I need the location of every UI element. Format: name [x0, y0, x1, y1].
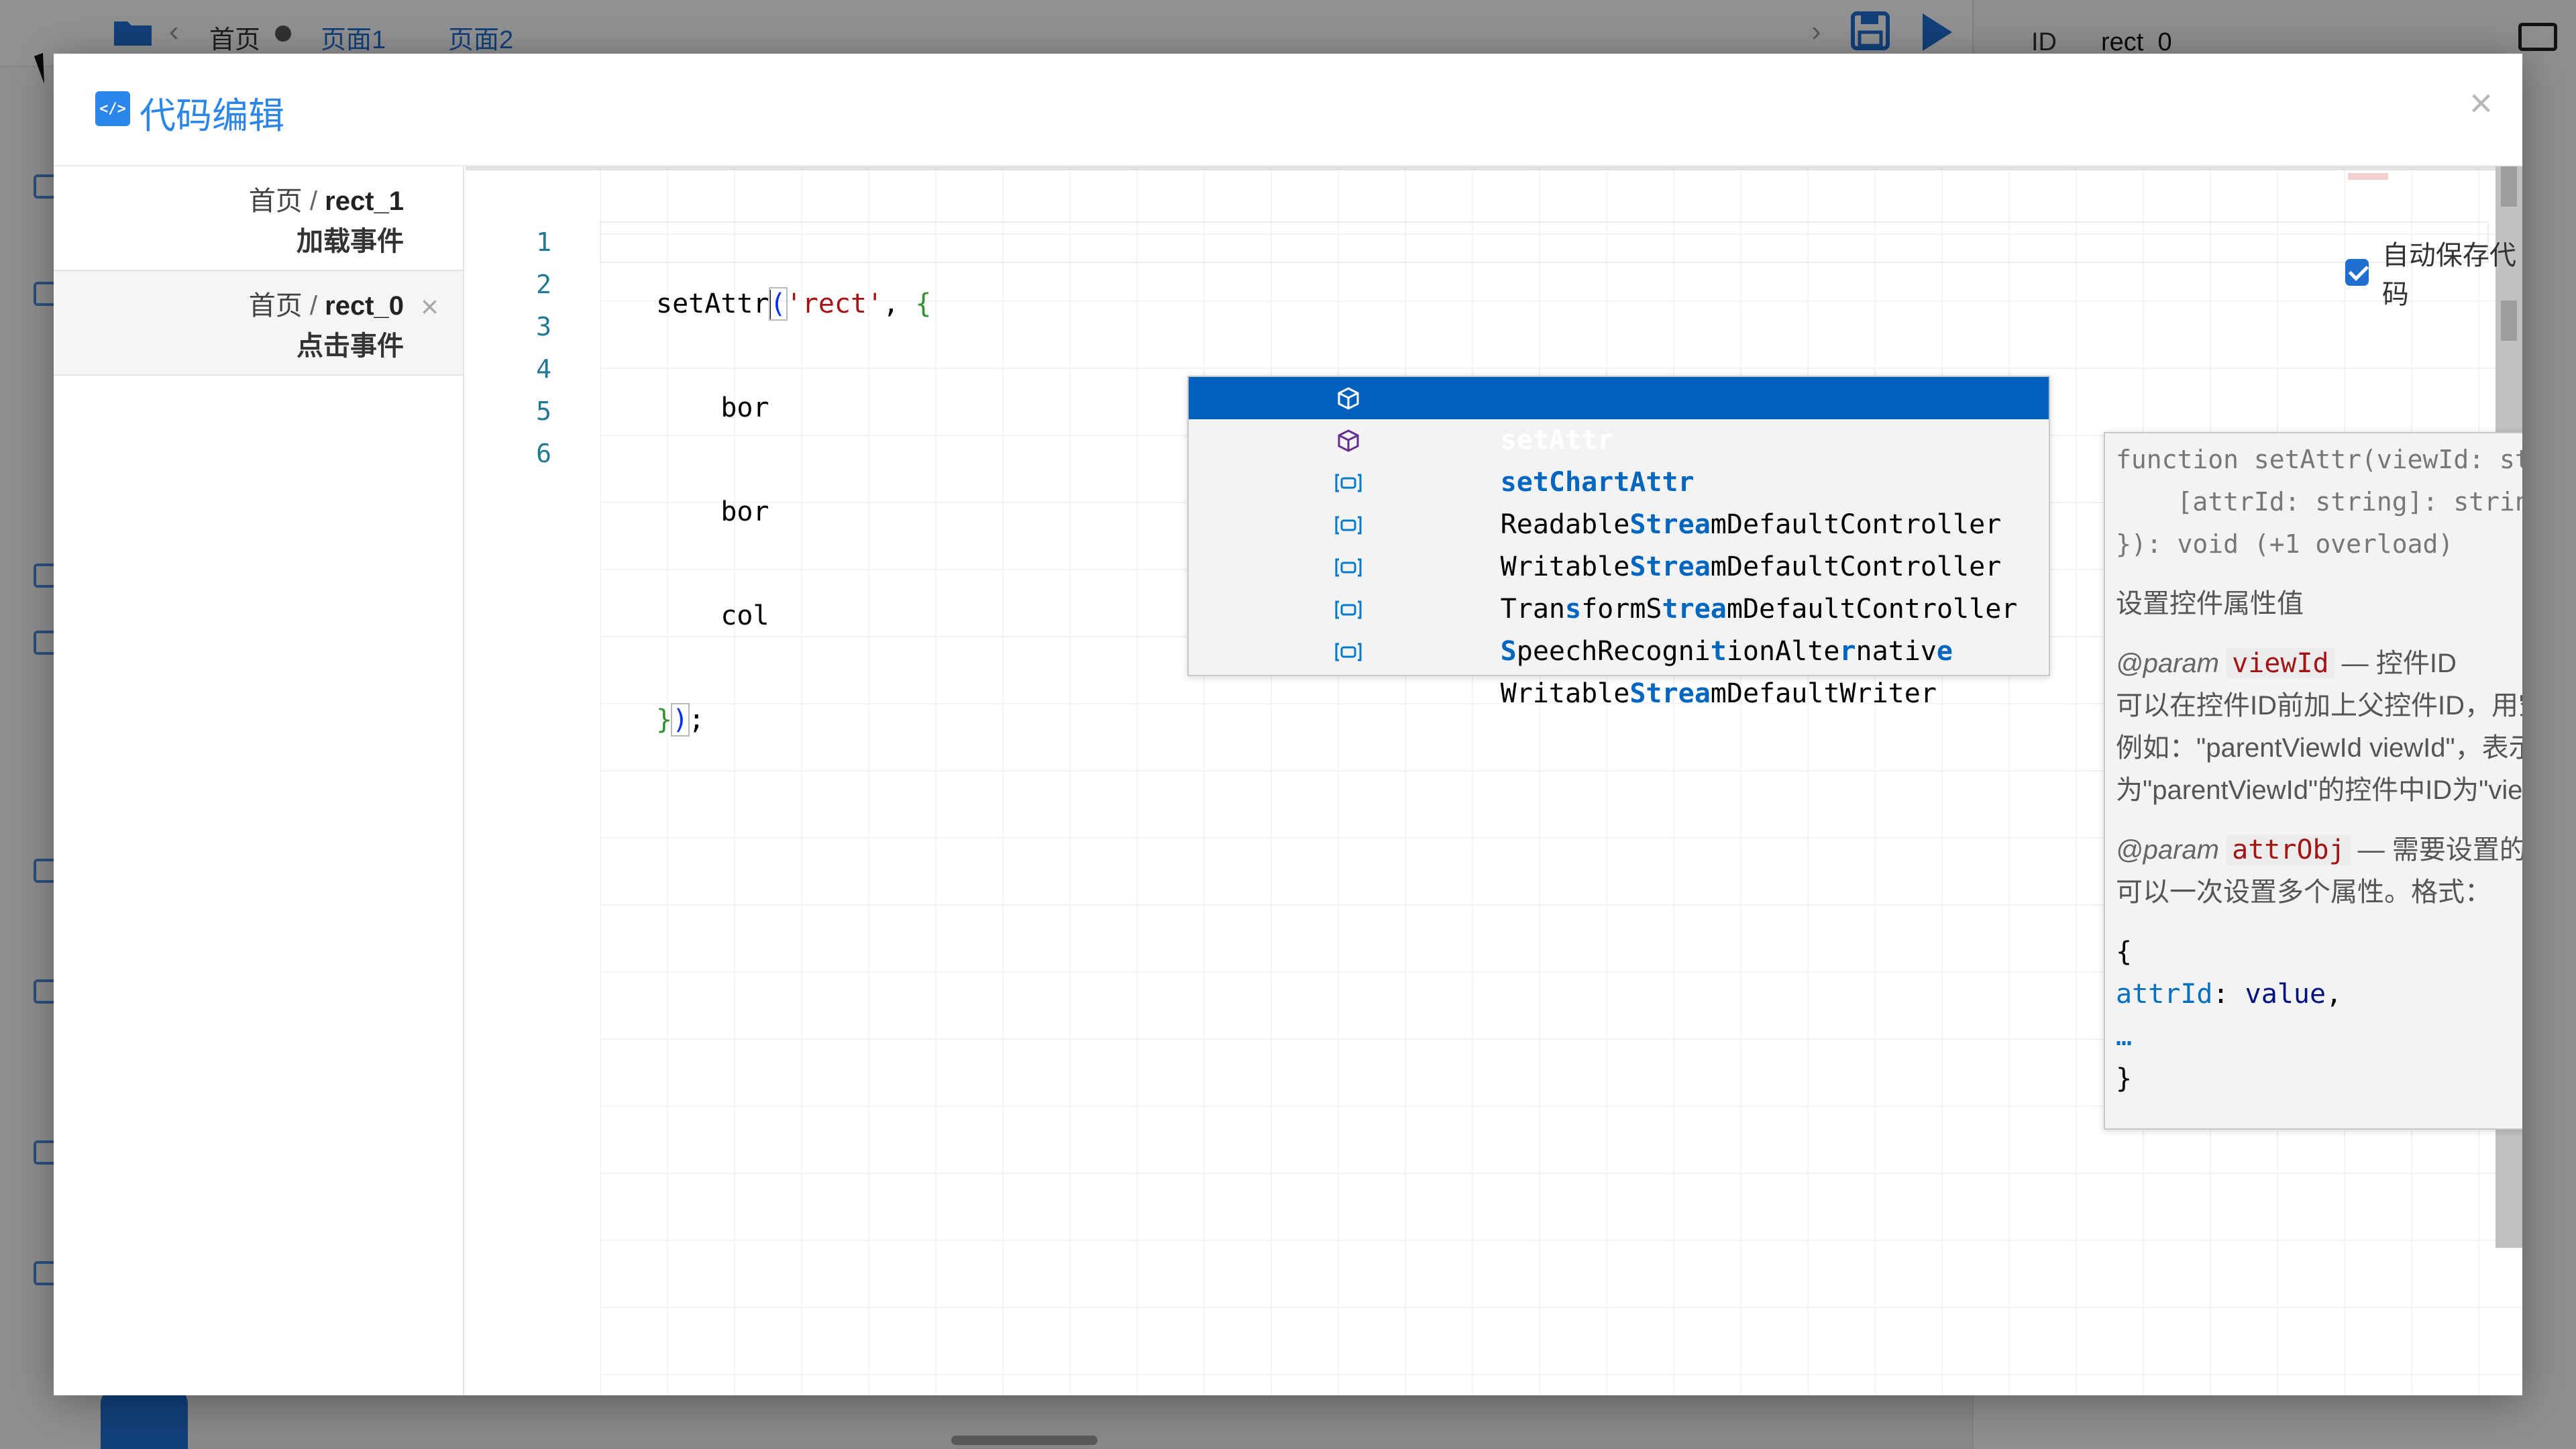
code-text[interactable]: setAttr('rect', { bor bor col }); [656, 221, 931, 907]
close-icon[interactable]: × [2469, 83, 2493, 123]
suggestion-item[interactable]: setAttr [1189, 377, 2049, 455]
doc-text: 可以一次设置多个属性。格式： [2116, 877, 2491, 907]
variable-icon [1335, 513, 1362, 537]
event-page: 首页 [248, 186, 303, 216]
code-edit-dialog: </> 代码编辑 × 首页 / rect_1 加载事件 首页 / rect_0 … [54, 54, 2522, 1395]
doc-param: @param viewId — 控件ID [2116, 643, 2522, 685]
event-control-id: rect_1 [325, 186, 404, 216]
suggestion-details: × function setAttr(viewId: string, a… [a… [2104, 432, 2522, 1130]
doc-summary: 设置控件属性值 [2116, 589, 2304, 619]
param-tag: @param [2116, 835, 2219, 865]
line-number: 2 [536, 270, 551, 299]
variable-icon [1335, 471, 1362, 495]
doc-param: @param attrObj — 需要设置的属性列表，这样 [2116, 829, 2522, 871]
doc-text: 例如："parentViewId viewId"，表示获取父控件ID [2116, 733, 2522, 763]
event-control-id: rect_0 [325, 291, 404, 321]
code-icon: </> [95, 91, 130, 126]
overview-marker [2348, 173, 2388, 180]
suggestion-label: WritableStreamDefaultWriter [1500, 678, 1937, 709]
code-line: col [656, 600, 769, 631]
code-line: { [2116, 936, 2133, 967]
param-tag: @param [2116, 649, 2219, 678]
doc-code-block: { attrId: value, …} [2116, 931, 2522, 1100]
suggestion-item[interactable]: WritableStreamDefaultWriter [1189, 631, 2049, 709]
autosave-toggle[interactable]: 自动保存代码 [2345, 233, 2522, 311]
code-editor[interactable]: 1 2 3 4 5 6 setAttr('rect', { bor bor co… [466, 166, 2522, 1395]
suggestion-item[interactable]: TransformStreamDefaultController [1189, 546, 2049, 625]
dialog-title: 代码编辑 [140, 96, 284, 136]
suggestion-item[interactable]: setChartAttr [1189, 419, 2049, 498]
autosave-checkbox[interactable] [2345, 259, 2369, 286]
event-list: 首页 / rect_1 加载事件 首页 / rect_0 点击事件 × [54, 166, 464, 1395]
code-token: ; [688, 704, 705, 735]
method-icon [1335, 386, 1362, 411]
code-line: attrId: value, [2116, 973, 2522, 1016]
doc-text: 为"parentViewId"的控件中ID为"viewId"的控件 [2116, 775, 2522, 805]
code-token: , [883, 288, 916, 319]
signature-line: }): void (+1 overload) [2116, 529, 2454, 559]
code-line: }); [656, 699, 931, 741]
path-separator: / [302, 291, 325, 321]
code-token: } [656, 704, 673, 735]
code-value: value [2245, 979, 2326, 1010]
details-content: function setAttr(viewId: string, a… [att… [2116, 439, 2522, 1100]
code-line: bor [656, 496, 769, 527]
scrollbar-thumb[interactable] [2501, 166, 2517, 207]
line-number: 5 [536, 396, 551, 426]
code-token: setAttr [656, 288, 769, 319]
event-item[interactable]: 首页 / rect_0 点击事件 × [54, 271, 463, 376]
signature-line: [attrId: string]: string | num… [2177, 487, 2523, 517]
code-line: … [2116, 1021, 2133, 1052]
param-desc: — 需要设置的属性列表，这样 [2357, 835, 2522, 865]
code-string: 'rect' [786, 288, 883, 319]
suggestion-item[interactable]: SpeechRecognitionAlternative [1189, 588, 2049, 667]
suggestion-list: setAttr setChartAttr ReadableStreamDefau… [1187, 376, 2050, 709]
param-desc: — 控件ID [2334, 649, 2457, 678]
variable-icon [1335, 555, 1362, 580]
code-key: attrId [2116, 979, 2213, 1010]
path-separator: / [302, 186, 325, 216]
event-path: 首页 / rect_1 [54, 181, 404, 221]
code-token: ( [768, 287, 788, 321]
line-number: 1 [536, 227, 551, 257]
suggestion-item[interactable]: WritableStreamDefaultController [1189, 504, 2049, 582]
param-name: attrObj [2226, 835, 2351, 865]
suggestion-item[interactable]: ReadableStreamDefaultController [1189, 462, 2049, 540]
code-token: , [2326, 979, 2343, 1010]
editor-top-border [466, 166, 2522, 170]
event-path: 首页 / rect_0 [54, 286, 404, 326]
code-line: bor [656, 392, 769, 423]
remove-event-icon[interactable]: × [421, 288, 439, 325]
line-number: 6 [536, 439, 551, 468]
event-name: 加载事件 [297, 227, 404, 256]
line-number-gutter: 1 2 3 4 5 6 [466, 221, 600, 475]
autosave-label: 自动保存代码 [2381, 241, 2516, 309]
event-item[interactable]: 首页 / rect_1 加载事件 [54, 166, 463, 271]
param-name: viewId [2226, 648, 2334, 679]
signature-line: function setAttr(viewId: string, a… [2116, 445, 2522, 474]
code-token: : [2212, 979, 2245, 1010]
event-name: 点击事件 [297, 331, 404, 361]
code-token: ) [671, 703, 690, 737]
event-page: 首页 [248, 291, 303, 321]
line-number: 4 [536, 354, 551, 384]
code-token: { [915, 288, 932, 319]
variable-icon [1335, 598, 1362, 622]
code-line: setAttr('rect', { [656, 283, 931, 325]
code-line: } [2116, 1063, 2133, 1094]
variable-icon [1335, 640, 1362, 664]
dialog-header: </> 代码编辑 × [54, 54, 2522, 166]
method-icon [1335, 429, 1362, 453]
doc-text: 可以在控件ID前加上父控件ID，用空格分隔 [2116, 691, 2522, 720]
line-number: 3 [536, 312, 551, 341]
